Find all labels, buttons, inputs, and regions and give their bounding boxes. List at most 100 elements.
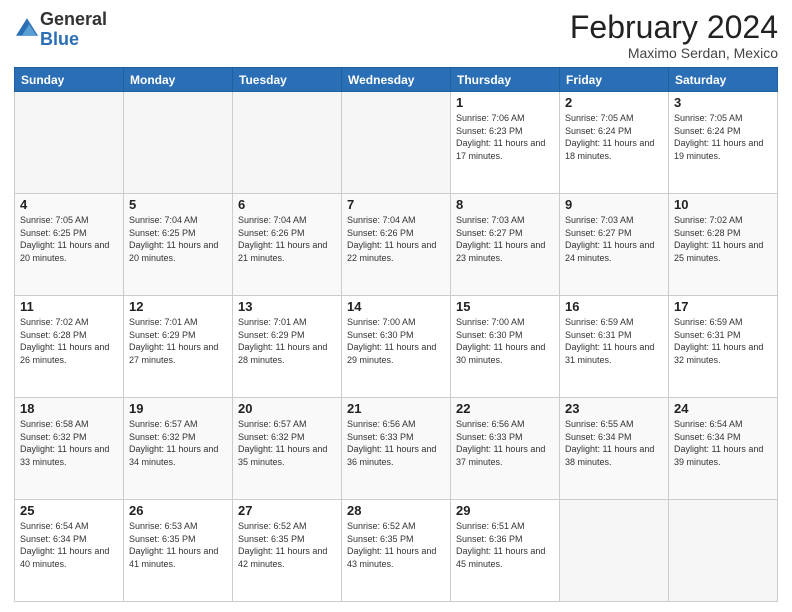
day-info: Sunrise: 7:04 AMSunset: 6:26 PMDaylight:…: [238, 214, 336, 264]
day-info: Sunrise: 6:59 AMSunset: 6:31 PMDaylight:…: [565, 316, 663, 366]
header: General Blue February 2024 Maximo Serdan…: [14, 10, 778, 61]
day-info: Sunrise: 7:03 AMSunset: 6:27 PMDaylight:…: [565, 214, 663, 264]
day-info: Sunrise: 6:59 AMSunset: 6:31 PMDaylight:…: [674, 316, 772, 366]
day-number: 26: [129, 503, 227, 518]
day-info: Sunrise: 7:00 AMSunset: 6:30 PMDaylight:…: [456, 316, 554, 366]
calendar-subtitle: Maximo Serdan, Mexico: [570, 45, 778, 61]
table-row: 4 Sunrise: 7:05 AMSunset: 6:25 PMDaylight…: [15, 194, 124, 296]
table-row: 21 Sunrise: 6:56 AMSunset: 6:33 PMDayligh…: [342, 398, 451, 500]
table-row: 28Sunrise: 6:52 AMSunset: 6:35 PMDayligh…: [342, 500, 451, 602]
day-number: 17: [674, 299, 772, 314]
day-number: 16: [565, 299, 663, 314]
calendar-title: February 2024: [570, 10, 778, 45]
col-sunday: Sunday: [15, 68, 124, 92]
calendar-body: 1 Sunrise: 7:06 AMSunset: 6:23 PMDaylight…: [15, 92, 778, 602]
calendar-week-row: 11 Sunrise: 7:02 AMSunset: 6:28 PMDayligh…: [15, 296, 778, 398]
day-number: 24: [674, 401, 772, 416]
table-row: 16 Sunrise: 6:59 AMSunset: 6:31 PMDayligh…: [560, 296, 669, 398]
day-info: Sunrise: 7:04 AMSunset: 6:26 PMDaylight:…: [347, 214, 445, 264]
day-number: 29: [456, 503, 554, 518]
table-row: 18 Sunrise: 6:58 AMSunset: 6:32 PMDayligh…: [15, 398, 124, 500]
table-row: 25Sunrise: 6:54 AMSunset: 6:34 PMDayligh…: [15, 500, 124, 602]
table-row: [560, 500, 669, 602]
calendar-week-row: 25Sunrise: 6:54 AMSunset: 6:34 PMDayligh…: [15, 500, 778, 602]
day-number: 2: [565, 95, 663, 110]
day-number: 20: [238, 401, 336, 416]
logo-general: General: [40, 9, 107, 29]
day-info: Sunrise: 7:04 AMSunset: 6:25 PMDaylight:…: [129, 214, 227, 264]
calendar-week-row: 18 Sunrise: 6:58 AMSunset: 6:32 PMDayligh…: [15, 398, 778, 500]
day-number: 3: [674, 95, 772, 110]
table-row: 8 Sunrise: 7:03 AMSunset: 6:27 PMDaylight…: [451, 194, 560, 296]
day-number: 12: [129, 299, 227, 314]
day-info: Sunrise: 6:53 AMSunset: 6:35 PMDaylight:…: [129, 520, 227, 570]
col-monday: Monday: [124, 68, 233, 92]
day-number: 4: [20, 197, 118, 212]
table-row: 14Sunrise: 7:00 AMSunset: 6:30 PMDayligh…: [342, 296, 451, 398]
day-info: Sunrise: 6:55 AMSunset: 6:34 PMDaylight:…: [565, 418, 663, 468]
day-number: 23: [565, 401, 663, 416]
day-info: Sunrise: 6:56 AMSunset: 6:33 PMDaylight:…: [347, 418, 445, 468]
day-number: 19: [129, 401, 227, 416]
calendar-table: Sunday Monday Tuesday Wednesday Thursday…: [14, 67, 778, 602]
calendar-header-row: Sunday Monday Tuesday Wednesday Thursday…: [15, 68, 778, 92]
table-row: 10 Sunrise: 7:02 AMSunset: 6:28 PMDayligh…: [669, 194, 778, 296]
day-number: 22: [456, 401, 554, 416]
table-row: 7Sunrise: 7:04 AMSunset: 6:26 PMDaylight…: [342, 194, 451, 296]
table-row: [233, 92, 342, 194]
table-row: 15 Sunrise: 7:00 AMSunset: 6:30 PMDayligh…: [451, 296, 560, 398]
table-row: 20 Sunrise: 6:57 AMSunset: 6:32 PMDayligh…: [233, 398, 342, 500]
day-info: Sunrise: 7:05 AMSunset: 6:24 PMDaylight:…: [674, 112, 772, 162]
day-info: Sunrise: 7:03 AMSunset: 6:27 PMDaylight:…: [456, 214, 554, 264]
table-row: [342, 92, 451, 194]
logo-blue: Blue: [40, 29, 79, 49]
day-info: Sunrise: 6:51 AMSunset: 6:36 PMDaylight:…: [456, 520, 554, 570]
day-info: Sunrise: 6:52 AMSunset: 6:35 PMDaylight:…: [238, 520, 336, 570]
day-number: 6: [238, 197, 336, 212]
day-info: Sunrise: 6:58 AMSunset: 6:32 PMDaylight:…: [20, 418, 118, 468]
logo-text: General Blue: [40, 10, 107, 50]
table-row: 1 Sunrise: 7:06 AMSunset: 6:23 PMDaylight…: [451, 92, 560, 194]
col-tuesday: Tuesday: [233, 68, 342, 92]
col-thursday: Thursday: [451, 68, 560, 92]
day-number: 1: [456, 95, 554, 110]
table-row: [15, 92, 124, 194]
day-number: 27: [238, 503, 336, 518]
day-info: Sunrise: 7:05 AMSunset: 6:25 PMDaylight:…: [20, 214, 118, 264]
day-info: Sunrise: 7:02 AMSunset: 6:28 PMDaylight:…: [20, 316, 118, 366]
title-block: February 2024 Maximo Serdan, Mexico: [570, 10, 778, 61]
day-number: 21: [347, 401, 445, 416]
table-row: 3 Sunrise: 7:05 AMSunset: 6:24 PMDaylight…: [669, 92, 778, 194]
logo: General Blue: [14, 10, 107, 50]
day-number: 9: [565, 197, 663, 212]
day-info: Sunrise: 6:57 AMSunset: 6:32 PMDaylight:…: [238, 418, 336, 468]
table-row: 24Sunrise: 6:54 AMSunset: 6:34 PMDayligh…: [669, 398, 778, 500]
table-row: [669, 500, 778, 602]
calendar-week-row: 4 Sunrise: 7:05 AMSunset: 6:25 PMDaylight…: [15, 194, 778, 296]
day-info: Sunrise: 7:02 AMSunset: 6:28 PMDaylight:…: [674, 214, 772, 264]
calendar-week-row: 1 Sunrise: 7:06 AMSunset: 6:23 PMDaylight…: [15, 92, 778, 194]
day-number: 11: [20, 299, 118, 314]
day-number: 10: [674, 197, 772, 212]
col-wednesday: Wednesday: [342, 68, 451, 92]
day-number: 13: [238, 299, 336, 314]
table-row: 9 Sunrise: 7:03 AMSunset: 6:27 PMDaylight…: [560, 194, 669, 296]
table-row: 5Sunrise: 7:04 AMSunset: 6:25 PMDaylight…: [124, 194, 233, 296]
day-number: 28: [347, 503, 445, 518]
table-row: 6 Sunrise: 7:04 AMSunset: 6:26 PMDaylight…: [233, 194, 342, 296]
table-row: 17 Sunrise: 6:59 AMSunset: 6:31 PMDayligh…: [669, 296, 778, 398]
day-number: 25: [20, 503, 118, 518]
day-info: Sunrise: 7:06 AMSunset: 6:23 PMDaylight:…: [456, 112, 554, 162]
table-row: 23 Sunrise: 6:55 AMSunset: 6:34 PMDayligh…: [560, 398, 669, 500]
day-number: 15: [456, 299, 554, 314]
day-info: Sunrise: 7:01 AMSunset: 6:29 PMDaylight:…: [129, 316, 227, 366]
day-number: 18: [20, 401, 118, 416]
day-info: Sunrise: 7:00 AMSunset: 6:30 PMDaylight:…: [347, 316, 445, 366]
day-info: Sunrise: 6:57 AMSunset: 6:32 PMDaylight:…: [129, 418, 227, 468]
col-friday: Friday: [560, 68, 669, 92]
table-row: 13Sunrise: 7:01 AMSunset: 6:29 PMDayligh…: [233, 296, 342, 398]
day-number: 8: [456, 197, 554, 212]
table-row: 12 Sunrise: 7:01 AMSunset: 6:29 PMDayligh…: [124, 296, 233, 398]
day-info: Sunrise: 6:56 AMSunset: 6:33 PMDaylight:…: [456, 418, 554, 468]
logo-icon: [16, 16, 38, 38]
